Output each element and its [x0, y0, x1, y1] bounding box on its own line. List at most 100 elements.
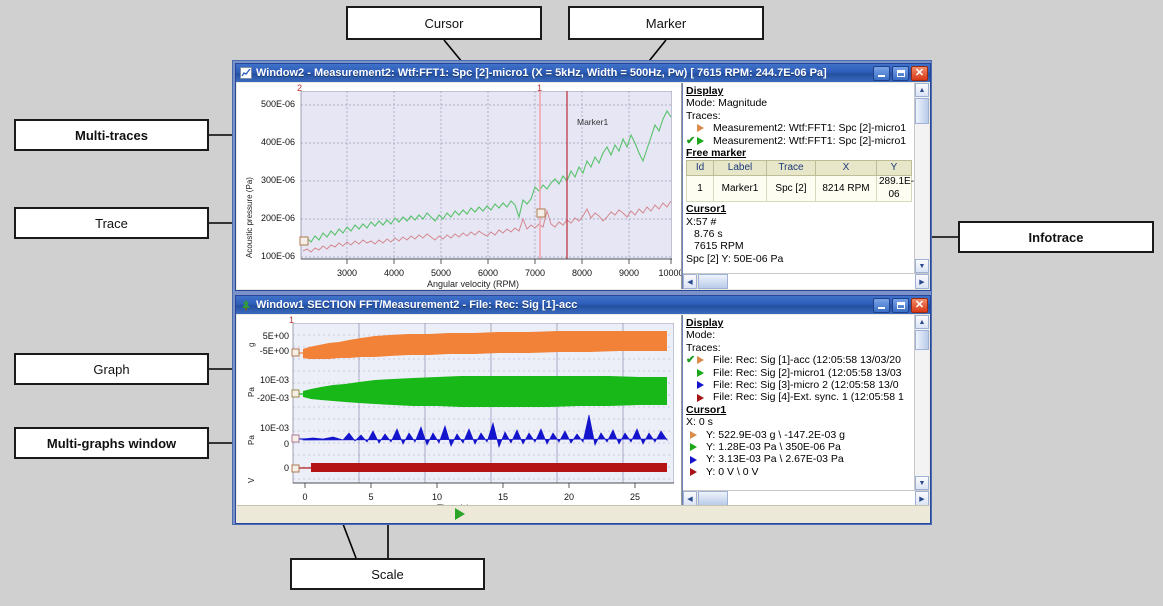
callout-multi-graphs-window: Multi-graphs window [14, 427, 209, 459]
scroll-right-arrow-icon[interactable]: ▶ [915, 274, 929, 289]
col-id: Id [686, 160, 714, 177]
table-header-row: Id Label Trace X Y [686, 160, 912, 177]
multi-graphs-window[interactable]: Window2 - Measurement2: Wtf:FFT1: Spc [2… [232, 60, 932, 525]
cell-y: 289.1E-06 [876, 175, 914, 203]
x-tick: 9000 [618, 268, 640, 278]
trace-item[interactable]: File: Rec: Sig [2]-micro1 (12:05:58 13/0… [686, 367, 912, 379]
x-tick: 10 [431, 492, 442, 502]
window2-infotrace[interactable]: Display Mode: Magnitude Traces: Measurem… [682, 83, 929, 289]
scroll-thumb[interactable] [915, 330, 929, 350]
callout-scale: Scale [290, 558, 485, 590]
scroll-left-arrow-icon[interactable]: ◀ [683, 491, 697, 506]
display-mode: Mode: Magnitude [686, 97, 768, 110]
close-button[interactable]: ✕ [911, 297, 928, 313]
window1-graph[interactable]: 1 g Pa Pa V 5E+00 -5E+00 10E-03 -20E-03 … [237, 315, 682, 506]
window2-body: 2 Acoustic pressure (Pa) 500E-06 400E-06… [237, 83, 929, 289]
window1[interactable]: Window1 SECTION FFT/Measurement2 - File:… [235, 295, 931, 524]
trace-label: Measurement2: Wtf:FFT1: Spc [2]-micro1 [713, 122, 907, 135]
callout-infotrace: Infotrace [958, 221, 1154, 253]
trace-marker-icon [697, 356, 711, 365]
x-tick: 20 [563, 492, 574, 502]
window2-plot[interactable] [297, 91, 672, 269]
x-tick: 7000 [524, 268, 546, 278]
scroll-up-arrow-icon[interactable]: ▲ [915, 315, 929, 329]
trace-marker-icon [697, 393, 711, 402]
play-icon[interactable] [455, 508, 465, 520]
checkmark-icon: ✔ [686, 134, 696, 147]
hscroll-track[interactable] [728, 274, 915, 289]
trace-item[interactable]: File: Rec: Sig [4]-Ext. sync. 1 (12:05:5… [686, 391, 912, 403]
trace-marker-icon [697, 381, 711, 390]
cursor-line: X:57 # [686, 215, 717, 228]
cursor-id-window2: 1 [537, 83, 543, 93]
trace-item[interactable]: ✔ File: Rec: Sig [1]-acc (12:05:58 13/03… [686, 354, 912, 366]
horizontal-scrollbar[interactable]: ◀ ▶ [683, 490, 929, 506]
minimize-button[interactable] [873, 65, 890, 81]
maximize-button[interactable] [892, 65, 909, 81]
cursor-header: Cursor1 [686, 203, 727, 216]
window2-title: Window2 - Measurement2: Wtf:FFT1: Spc [2… [256, 67, 827, 79]
x-axis-title-window2: Angular velocity (RPM) [427, 279, 520, 289]
callout-cursor: Cursor [346, 6, 542, 40]
window2[interactable]: Window2 - Measurement2: Wtf:FFT1: Spc [2… [235, 63, 931, 291]
traces-header: Traces: [686, 109, 721, 122]
window2-titlebar[interactable]: Window2 - Measurement2: Wtf:FFT1: Spc [2… [236, 64, 930, 82]
cursor-value-row: Y: 3.13E-03 Pa \ 2.67E-03 Pa [686, 453, 912, 465]
minimize-button[interactable] [873, 297, 890, 313]
trace-item[interactable]: Measurement2: Wtf:FFT1: Spc [2]-micro1 [686, 122, 912, 134]
trace-marker-icon [690, 430, 704, 439]
hscroll-thumb[interactable] [698, 491, 728, 506]
cursor-line: Spc [2] Y: 50E-06 Pa [686, 252, 784, 265]
cursor-x-value: X: 0 s [686, 416, 713, 429]
vertical-scrollbar[interactable]: ▲ ▼ [914, 315, 929, 490]
checkmark-icon: ✔ [686, 354, 696, 367]
cursor-value-text: Y: 522.9E-03 g \ -147.2E-03 g [706, 428, 845, 441]
window2-title-buttons: ✕ [873, 65, 928, 81]
trace-label: File: Rec: Sig [1]-acc (12:05:58 13/03/2… [713, 354, 901, 367]
window2-graph[interactable]: 2 Acoustic pressure (Pa) 500E-06 400E-06… [237, 83, 682, 289]
window1-info-scrollarea: Display Mode: Traces: ✔ File: Rec: Sig [… [683, 315, 929, 490]
window1-titlebar[interactable]: Window1 SECTION FFT/Measurement2 - File:… [236, 296, 930, 314]
trace-marker-icon [690, 443, 704, 452]
cell-x: 8214 RPM [815, 175, 877, 203]
cursor-value-text: Y: 3.13E-03 Pa \ 2.67E-03 Pa [706, 453, 844, 466]
y-tick: 400E-06 [260, 137, 295, 147]
y-tick: 5E+00 [262, 331, 289, 341]
scroll-left-arrow-icon[interactable]: ◀ [683, 274, 697, 289]
maximize-button[interactable] [892, 297, 909, 313]
callout-trace: Trace [14, 207, 209, 239]
scroll-thumb[interactable] [915, 98, 929, 124]
trace-marker-icon [690, 468, 704, 477]
scroll-right-arrow-icon[interactable]: ▶ [915, 491, 929, 506]
window1-plot[interactable] [289, 323, 674, 495]
close-button[interactable]: ✕ [911, 65, 928, 81]
x-tick: 10000 [658, 268, 682, 278]
window1-infotrace[interactable]: Display Mode: Traces: ✔ File: Rec: Sig [… [682, 315, 929, 506]
traces-header: Traces: [686, 341, 721, 354]
scroll-down-arrow-icon[interactable]: ▼ [915, 476, 929, 490]
y-tick: 0 [283, 463, 289, 473]
y-tick: 10E-03 [259, 375, 289, 385]
col-label: Label [713, 160, 767, 177]
hscroll-thumb[interactable] [698, 274, 728, 289]
cell-label: Marker1 [713, 175, 767, 203]
trace-item[interactable]: File: Rec: Sig [3]-micro 2 (12:05:58 13/… [686, 379, 912, 391]
y-tick: 200E-06 [260, 213, 295, 223]
x-tick: 5 [368, 492, 374, 502]
callout-multi-traces: Multi-traces [14, 119, 209, 151]
x-tick: 5000 [430, 268, 452, 278]
scroll-down-arrow-icon[interactable]: ▼ [915, 259, 929, 273]
horizontal-scrollbar[interactable]: ◀ ▶ [683, 273, 929, 289]
free-marker-table[interactable]: Id Label Trace X Y 1 Marker1 Spc [2] 821… [686, 160, 914, 203]
table-row[interactable]: 1 Marker1 Spc [2] 8214 RPM 289.1E-06 [686, 175, 914, 203]
window1-statusbar [237, 505, 929, 522]
cursor-value-row: Y: 0 V \ 0 V [686, 466, 912, 478]
free-marker-header: Free marker [686, 147, 747, 160]
y-tick: 0 [283, 439, 289, 449]
hscroll-track[interactable] [728, 491, 915, 506]
trace-item[interactable]: ✔ Measurement2: Wtf:FFT1: Spc [2]-micro1 [686, 135, 912, 147]
trace-marker-icon [690, 455, 704, 464]
callout-marker-label: Marker [645, 15, 687, 31]
vertical-scrollbar[interactable]: ▲ ▼ [914, 83, 929, 273]
scroll-up-arrow-icon[interactable]: ▲ [915, 83, 929, 97]
